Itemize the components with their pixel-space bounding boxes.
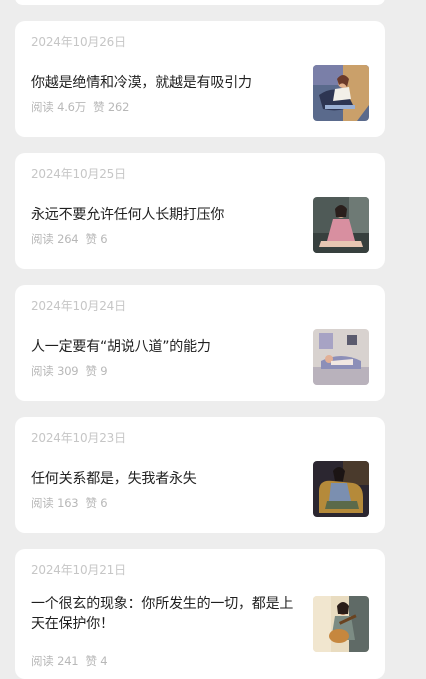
article-stats: 阅读 264 赞 6 [31,231,108,247]
article-date: 2024年10月25日 [31,167,126,181]
reads-count: 264 [57,232,79,246]
article-title[interactable]: 任何关系都是，失我者永失 [31,469,303,489]
article-card[interactable]: 2024年10月25日 永远不要允许任何人长期打压你 阅读 264 赞 6 [15,153,385,269]
reads-count: 309 [57,364,79,378]
article-card[interactable]: 2024年10月23日 任何关系都是，失我者永失 阅读 163 赞 6 [15,417,385,533]
article-stats: 阅读 241 赞 4 [31,653,108,669]
article-title[interactable]: 一个很玄的现象：你所发生的一切，都是上天在保护你！ [31,594,303,634]
article-thumbnail[interactable] [313,329,369,385]
likes-count: 4 [100,654,108,668]
article-date: 2024年10月21日 [31,563,126,577]
article-thumbnail[interactable] [313,197,369,253]
article-thumbnail[interactable] [313,596,369,652]
article-stats: 阅读 163 赞 6 [31,495,108,511]
article-stats: 阅读 4.6万赞 262 [31,99,129,115]
reads-count: 163 [57,496,79,510]
likes-label: 赞 [93,100,105,114]
illustration-woman-with-guitar-icon [313,596,369,652]
article-title[interactable]: 你越是绝情和冷漠，就越是有吸引力 [31,73,303,93]
illustration-woman-in-pink-dress-seated-icon [313,197,369,253]
article-title[interactable]: 永远不要允许任何人长期打压你 [31,205,303,225]
illustration-woman-reclining-on-sofa-icon [313,65,369,121]
reads-label: 阅读 [31,100,54,114]
article-date: 2024年10月26日 [31,35,126,49]
article-card[interactable]: 2024年10月26日 你越是绝情和冷漠，就越是有吸引力 阅读 4.6万赞 26… [15,21,385,137]
article-card[interactable]: 2024年10月21日 一个很玄的现象：你所发生的一切，都是上天在保护你！ 阅读… [15,549,385,679]
previous-article-card-edge[interactable] [15,0,385,5]
article-date: 2024年10月24日 [31,299,126,313]
reads-label: 阅读 [31,364,54,378]
reads-count: 4.6万 [57,100,87,114]
likes-label: 赞 [85,654,97,668]
likes-label: 赞 [85,496,97,510]
article-date: 2024年10月23日 [31,431,126,445]
likes-count: 6 [100,232,108,246]
article-stats: 阅读 309 赞 9 [31,363,108,379]
likes-label: 赞 [85,364,97,378]
article-thumbnail[interactable] [313,65,369,121]
reads-label: 阅读 [31,496,54,510]
likes-count: 262 [107,100,130,114]
article-card[interactable]: 2024年10月24日 人一定要有“胡说八道”的能力 阅读 309 赞 9 [15,285,385,401]
likes-count: 9 [100,364,108,378]
illustration-woman-lying-in-room-icon [313,329,369,385]
likes-label: 赞 [85,232,97,246]
reads-count: 241 [57,654,79,668]
likes-count: 6 [100,496,108,510]
article-thumbnail[interactable] [313,461,369,517]
reads-label: 阅读 [31,232,54,246]
reads-label: 阅读 [31,654,54,668]
illustration-woman-in-armchair-icon [313,461,369,517]
article-title[interactable]: 人一定要有“胡说八道”的能力 [31,337,303,357]
